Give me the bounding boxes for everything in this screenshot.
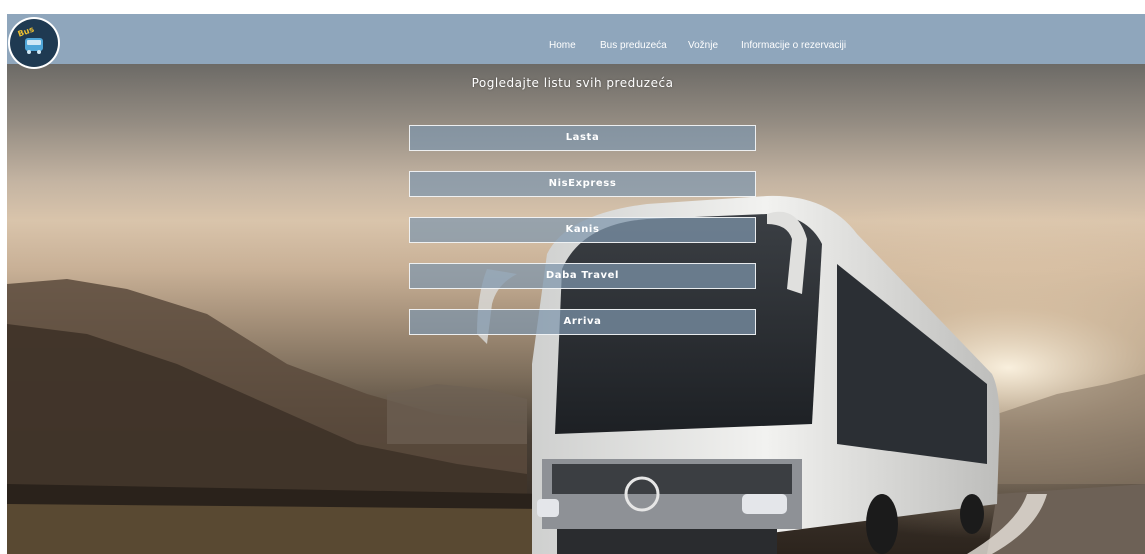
top-strip	[0, 0, 1145, 14]
page-title: Pogledajte listu svih preduzeća	[471, 76, 674, 90]
company-button-kanis[interactable]: Kanis	[409, 217, 756, 243]
company-button-lasta[interactable]: Lasta	[409, 125, 756, 151]
company-button-arriva[interactable]: Arriva	[409, 309, 756, 335]
company-button-daba-travel[interactable]: Daba Travel	[409, 263, 756, 289]
navbar: Bus Home Bus preduzeća Vožnje Informacij…	[7, 14, 1145, 67]
left-strip	[0, 14, 7, 554]
nav-rides-link[interactable]: Vožnje	[688, 40, 718, 51]
nav-home-link[interactable]: Home	[549, 40, 576, 51]
company-button-nisexpress[interactable]: NisExpress	[409, 171, 756, 197]
nav-reservations-link[interactable]: Informacije o rezervaciji	[741, 40, 846, 51]
nav-companies-link[interactable]: Bus preduzeća	[600, 40, 667, 51]
company-list: Lasta NisExpress Kanis Daba Travel Arriv…	[409, 125, 756, 355]
nav-links: Home Bus preduzeća Vožnje Informacije o …	[7, 14, 1145, 64]
